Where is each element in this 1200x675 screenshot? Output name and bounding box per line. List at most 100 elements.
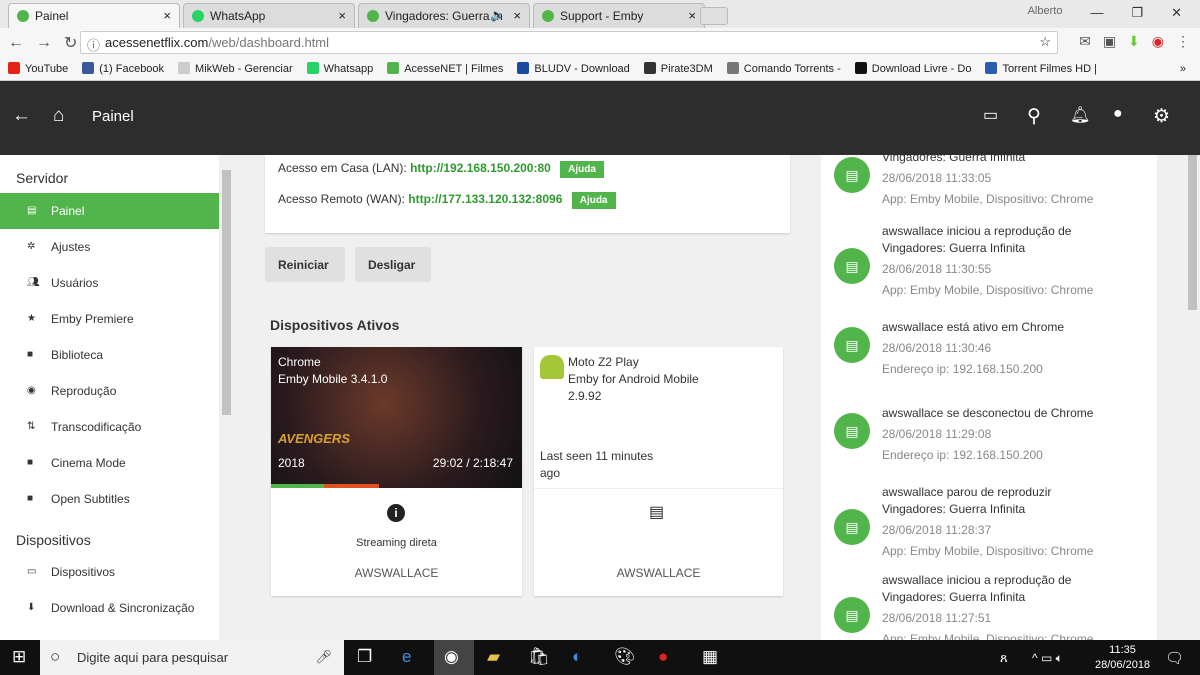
restart-button[interactable]: Reiniciar [265, 247, 345, 282]
store-icon[interactable]: 🛍︎ [528, 647, 550, 667]
menu-icon[interactable]: ⋮ [1176, 33, 1190, 50]
activity-date: 28/06/2018 11:29:08 [882, 427, 992, 441]
bookmark-icon [8, 62, 20, 74]
favicon-icon [542, 10, 554, 22]
notifications-icon[interactable]: 🗨︎ [1165, 649, 1184, 667]
bookmark[interactable]: Torrent Filmes HD | [985, 62, 1097, 75]
shutdown-button[interactable]: Desligar [355, 247, 431, 282]
download-extension-icon[interactable]: ⬇ [1128, 33, 1140, 50]
activity-icon: ▤ [834, 157, 870, 193]
bookmark[interactable]: Download Livre - Do [854, 62, 971, 75]
reload-button[interactable]: ↻ [64, 33, 77, 53]
bookmark[interactable]: BLUDV - Download [517, 62, 630, 75]
sidebar-icon: ■ [27, 493, 34, 504]
home-icon[interactable]: ⌂ [53, 105, 64, 127]
more-bookmarks-button[interactable]: » [1180, 63, 1186, 75]
sidebar-item-label: Emby Premiere [51, 312, 134, 326]
restore-button[interactable]: ❐ [1131, 5, 1143, 21]
sidebar-item[interactable]: ■ Biblioteca [0, 337, 219, 373]
sidebar-icon: ▭ [27, 566, 37, 577]
message-icon[interactable]: ▤ [649, 502, 664, 522]
close-tab-icon[interactable]: × [513, 8, 521, 23]
audio-icon[interactable]: 🔈 [490, 8, 505, 22]
sidebar-scrollbar[interactable] [220, 155, 233, 640]
bookmark[interactable]: Pirate3DM [643, 62, 713, 75]
sidebar-item[interactable]: ◉ Reprodução [0, 373, 219, 409]
task-view-icon[interactable]: ❐ [357, 647, 372, 667]
page-title: Painel [92, 108, 134, 125]
minimize-button[interactable]: — [1090, 5, 1103, 21]
window-controls: Alberto — ❐ ✕ [1010, 0, 1200, 26]
sidebar-item[interactable]: ▭ Dispositivos [0, 554, 219, 590]
paint-icon[interactable]: 🎨︎ [614, 647, 636, 667]
chrome-icon[interactable]: ◉ [434, 640, 474, 675]
bookmarks-bar: YouTube (1) Facebook MikWeb - Gerenciar Wha… [0, 57, 1200, 81]
star-icon[interactable]: ☆ [1039, 34, 1051, 50]
sidebar-item[interactable]: ★ Emby Premiere [0, 301, 219, 337]
close-tab-icon[interactable]: × [163, 8, 171, 23]
tray-icons[interactable]: ^ ▭ 🔈︎ [1032, 651, 1063, 666]
activity-date: 28/06/2018 11:28:37 [882, 523, 992, 537]
bookmark[interactable]: Whatsapp [306, 62, 373, 75]
lan-url[interactable]: http://192.168.150.200:80 [410, 161, 551, 175]
tab-label: Vingadores: Guerra In [385, 9, 503, 23]
browser-tab[interactable]: Painel × [8, 3, 180, 28]
explorer-icon[interactable]: ▰ [487, 647, 500, 667]
extension-icon[interactable]: ▣ [1103, 33, 1116, 50]
device-card-chrome[interactable]: Chrome Emby Mobile 3.4.1.0 AVENGERS 2018 … [271, 347, 522, 596]
android-icon [540, 355, 564, 379]
sidebar-item[interactable]: ⬇ Download & Sincronização [0, 590, 219, 626]
new-tab-button[interactable] [700, 7, 728, 25]
playback-time: 29:02 / 2:18:47 [432, 456, 513, 470]
user-icon[interactable]: ● [1113, 105, 1123, 123]
sidebar-item[interactable]: ⇅ Transcodificação [0, 409, 219, 445]
sidebar-item[interactable]: 👥︎ Usuários [0, 265, 219, 301]
activity-panel: ▤ Vingadores: Guerra Infinita 28/06/2018 1… [821, 155, 1157, 640]
app-name: Emby for Android Mobile [568, 372, 699, 386]
cast-icon[interactable]: ▭ [983, 105, 998, 125]
bell-icon[interactable]: 🔔︎ [1070, 105, 1090, 125]
sidebar-item[interactable]: ▤ Painel [0, 193, 219, 229]
browser-tab[interactable]: Vingadores: Guerra In 🔈 × [358, 3, 530, 28]
device-name: Chrome [278, 355, 321, 369]
calculator-icon[interactable]: ▦ [702, 647, 718, 667]
mail-extension-icon[interactable]: ✉ [1079, 33, 1091, 50]
edge-icon[interactable]: e [402, 647, 411, 667]
bookmark[interactable]: AcesseNET | Filmes [387, 62, 503, 75]
device-name: Moto Z2 Play [568, 355, 639, 369]
gear-icon[interactable]: ⚙ [1153, 105, 1170, 128]
url-input[interactable]: ⓘ acessenetflix.com/web/dashboard.html ☆ [80, 31, 1058, 54]
close-tab-icon[interactable]: × [688, 8, 696, 23]
browser-tab[interactable]: Support - Emby × [533, 3, 705, 28]
bookmark[interactable]: (1) Facebook [82, 62, 164, 75]
page-scrollbar[interactable] [1185, 155, 1200, 640]
wan-help-button[interactable]: Ajuda [571, 192, 616, 209]
activity-title: Vingadores: Guerra Infinita [882, 155, 1026, 164]
search-icon[interactable]: ⚲ [1027, 105, 1041, 128]
forward-button[interactable]: → [36, 34, 52, 52]
sidebar-item[interactable]: ■ Open Subtitles [0, 481, 219, 517]
sidebar-item[interactable]: ✲ Ajustes [0, 229, 219, 265]
clock[interactable]: 11:35 28/06/2018 [1095, 643, 1150, 673]
lan-help-button[interactable]: Ajuda [560, 161, 604, 178]
mic-icon[interactable]: 🎤︎ [315, 649, 332, 665]
windows-start-icon[interactable]: ⊞ [12, 647, 26, 667]
info-icon[interactable]: i [387, 504, 405, 522]
taskbar-search[interactable]: ○ Digite aqui para pesquisar 🎤︎ [40, 640, 344, 675]
close-tab-icon[interactable]: × [338, 8, 346, 23]
browser-tab[interactable]: WhatsApp × [183, 3, 355, 28]
bookmark[interactable]: MikWeb - Gerenciar [178, 62, 293, 75]
device-card-moto[interactable]: Moto Z2 Play Emby for Android Mobile 2.9… [534, 347, 783, 596]
back-arrow-icon[interactable]: ← [12, 105, 31, 127]
close-window-button[interactable]: ✕ [1171, 5, 1182, 21]
wan-url[interactable]: http://177.133.120.132:8096 [408, 192, 562, 206]
opera-extension-icon[interactable]: ◉ [1152, 33, 1164, 50]
profile-name[interactable]: Alberto [1028, 5, 1063, 21]
app-red-icon[interactable]: ● [658, 647, 668, 667]
app-icon[interactable]: ◐ [572, 647, 582, 667]
sidebar-item[interactable]: ■ Cinema Mode [0, 445, 219, 481]
people-icon[interactable]: ጸ [1000, 650, 1008, 666]
back-button[interactable]: ← [8, 34, 24, 52]
bookmark[interactable]: YouTube [8, 62, 68, 75]
bookmark[interactable]: Comando Torrents - [726, 62, 841, 75]
